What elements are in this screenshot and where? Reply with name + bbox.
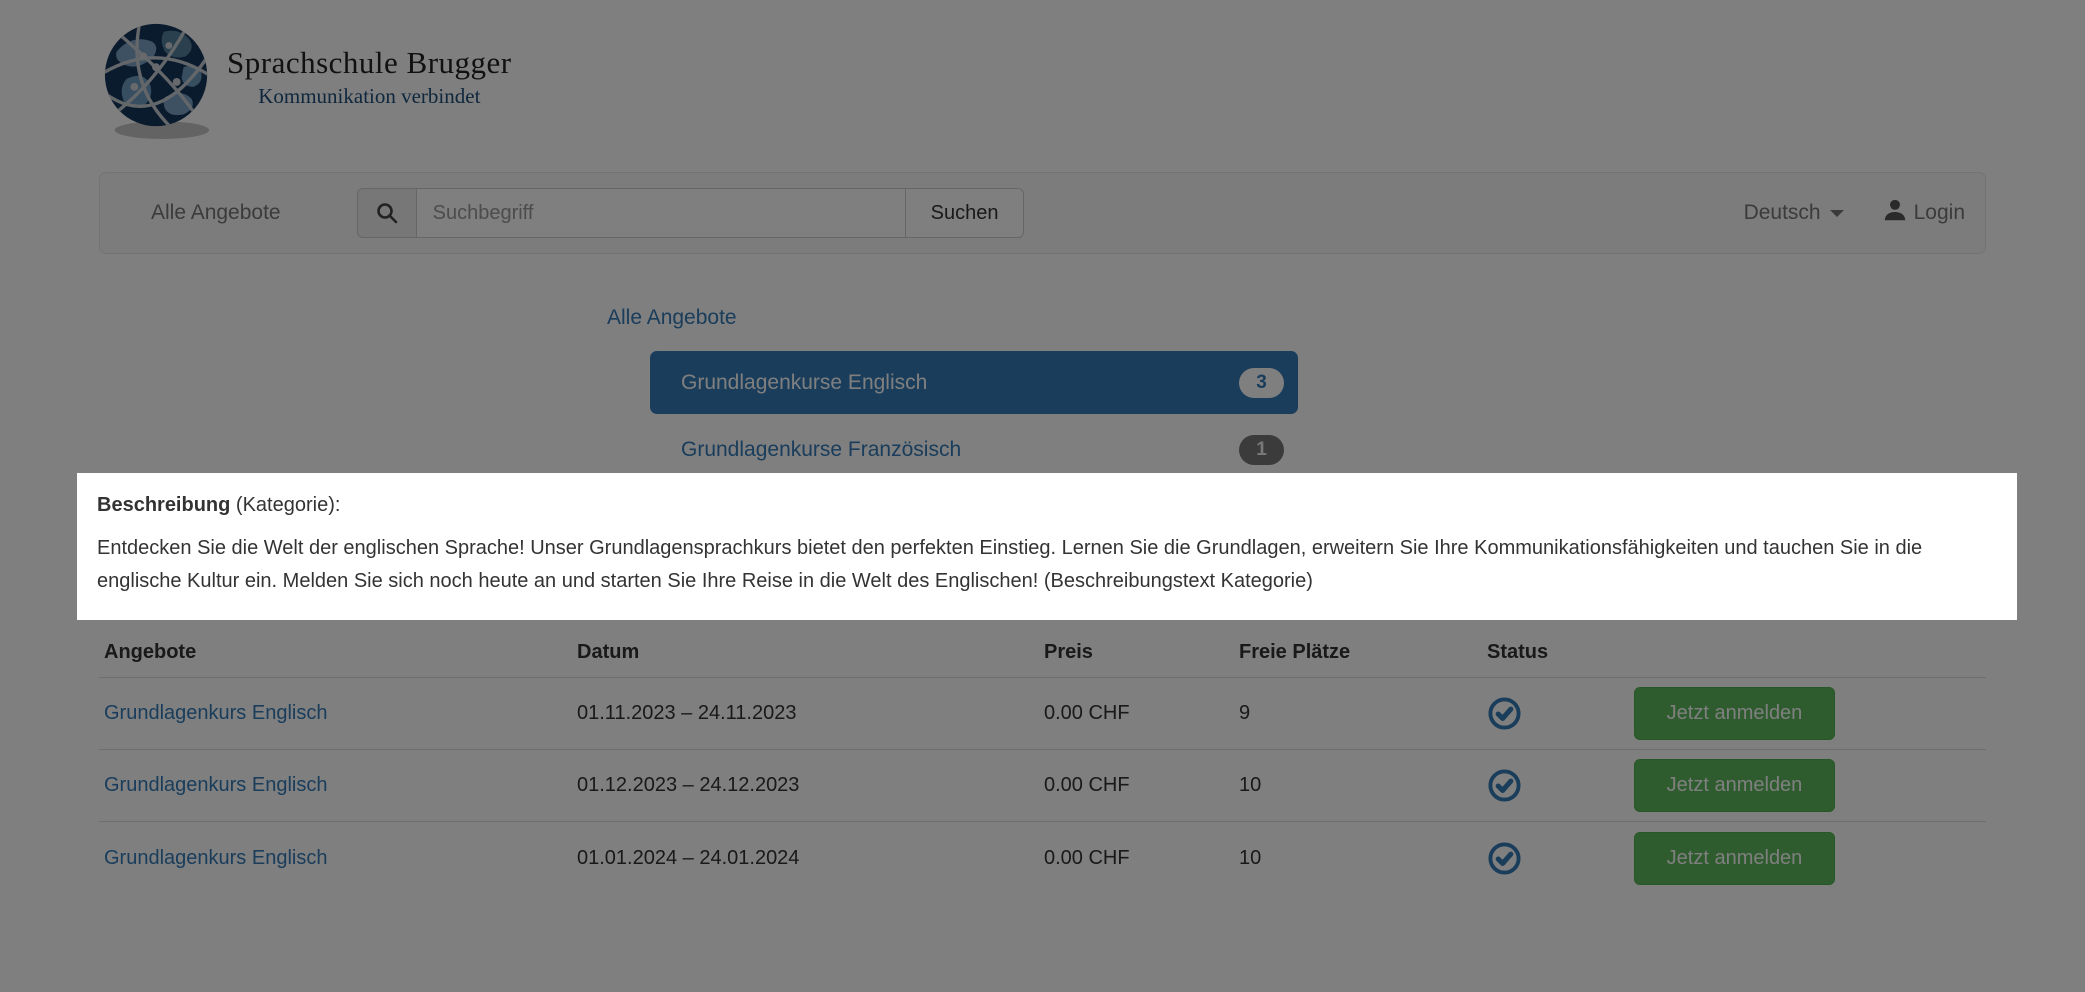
language-dropdown[interactable]: Deutsch: [1744, 201, 1844, 225]
category-count-badge: 1: [1239, 435, 1284, 465]
course-price: 0.00 CHF: [1039, 702, 1234, 725]
page: Sprachschule Brugger Kommunikation verbi…: [0, 0, 2085, 992]
table-header-row: Angebote Datum Preis Freie Plätze Status: [99, 641, 1986, 678]
course-link[interactable]: Grundlagenkurs Englisch: [104, 847, 327, 869]
enroll-button[interactable]: Jetzt anmelden: [1634, 759, 1835, 812]
globe-network-icon: [99, 16, 217, 146]
search-input[interactable]: [416, 188, 906, 238]
category-root-link[interactable]: Alle Angebote: [607, 306, 737, 330]
enroll-button[interactable]: Jetzt anmelden: [1634, 832, 1835, 885]
description-text: Entdecken Sie die Welt der englischen Sp…: [97, 532, 1993, 598]
category-item-label: Grundlagenkurse Englisch: [681, 371, 927, 395]
check-circle-icon: [1482, 841, 1629, 876]
column-header-datum: Datum: [572, 641, 1039, 664]
course-free-places: 10: [1234, 774, 1482, 797]
login-label: Login: [1914, 201, 1965, 225]
category-item-franzoesisch[interactable]: Grundlagenkurse Französisch 1: [650, 427, 1298, 473]
table-row: Grundlagenkurs Englisch 01.01.2024 – 24.…: [99, 822, 1986, 894]
course-free-places: 10: [1234, 847, 1482, 870]
course-date: 01.11.2023 – 24.11.2023: [572, 702, 1039, 725]
course-link[interactable]: Grundlagenkurs Englisch: [104, 774, 327, 796]
column-header-freie-plaetze: Freie Plätze: [1234, 641, 1482, 664]
category-tree: Alle Angebote Grundlagenkurse Englisch 3…: [607, 306, 1298, 473]
description-title-rest: (Kategorie):: [230, 494, 340, 516]
table-row: Grundlagenkurs Englisch 01.11.2023 – 24.…: [99, 678, 1986, 750]
search-icon: [357, 188, 416, 238]
table-row: Grundlagenkurs Englisch 01.12.2023 – 24.…: [99, 750, 1986, 822]
caret-down-icon: [1830, 210, 1844, 217]
language-label: Deutsch: [1744, 201, 1821, 225]
course-price: 0.00 CHF: [1039, 847, 1234, 870]
description-title: Beschreibung (Kategorie):: [97, 494, 1993, 517]
nav-right: Deutsch Login: [1744, 197, 1965, 229]
brand-header: Sprachschule Brugger Kommunikation verbi…: [99, 0, 1986, 146]
category-item-label[interactable]: Grundlagenkurse Französisch: [681, 438, 961, 462]
course-date: 01.01.2024 – 24.01.2024: [572, 847, 1039, 870]
brand-tagline: Kommunikation verbindet: [227, 84, 512, 109]
course-link[interactable]: Grundlagenkurs Englisch: [104, 702, 327, 724]
category-count-badge: 3: [1239, 368, 1284, 398]
enroll-button[interactable]: Jetzt anmelden: [1634, 687, 1835, 740]
main-navbar: Alle Angebote Suchen Deutsch: [99, 172, 1986, 254]
search-button[interactable]: Suchen: [905, 188, 1025, 238]
column-header-status: Status: [1482, 641, 1629, 664]
course-price: 0.00 CHF: [1039, 774, 1234, 797]
column-header-angebote: Angebote: [99, 641, 572, 664]
description-title-bold: Beschreibung: [97, 494, 230, 516]
search-group: Suchen: [357, 188, 1025, 238]
nav-all-offers-link[interactable]: Alle Angebote: [151, 201, 281, 225]
course-free-places: 9: [1234, 702, 1482, 725]
course-date: 01.12.2023 – 24.12.2023: [572, 774, 1039, 797]
check-circle-icon: [1482, 768, 1629, 803]
brand-text: Sprachschule Brugger Kommunikation verbi…: [227, 45, 512, 109]
offers-table: Angebote Datum Preis Freie Plätze Status…: [99, 641, 1986, 894]
login-button[interactable]: Login: [1882, 197, 1965, 229]
check-circle-icon: [1482, 696, 1629, 731]
user-icon: [1882, 197, 1908, 229]
column-header-preis: Preis: [1039, 641, 1234, 664]
category-item-englisch[interactable]: Grundlagenkurse Englisch 3: [650, 351, 1298, 414]
brand-title: Sprachschule Brugger: [227, 45, 512, 81]
category-description-box: Beschreibung (Kategorie): Entdecken Sie …: [77, 473, 2017, 620]
